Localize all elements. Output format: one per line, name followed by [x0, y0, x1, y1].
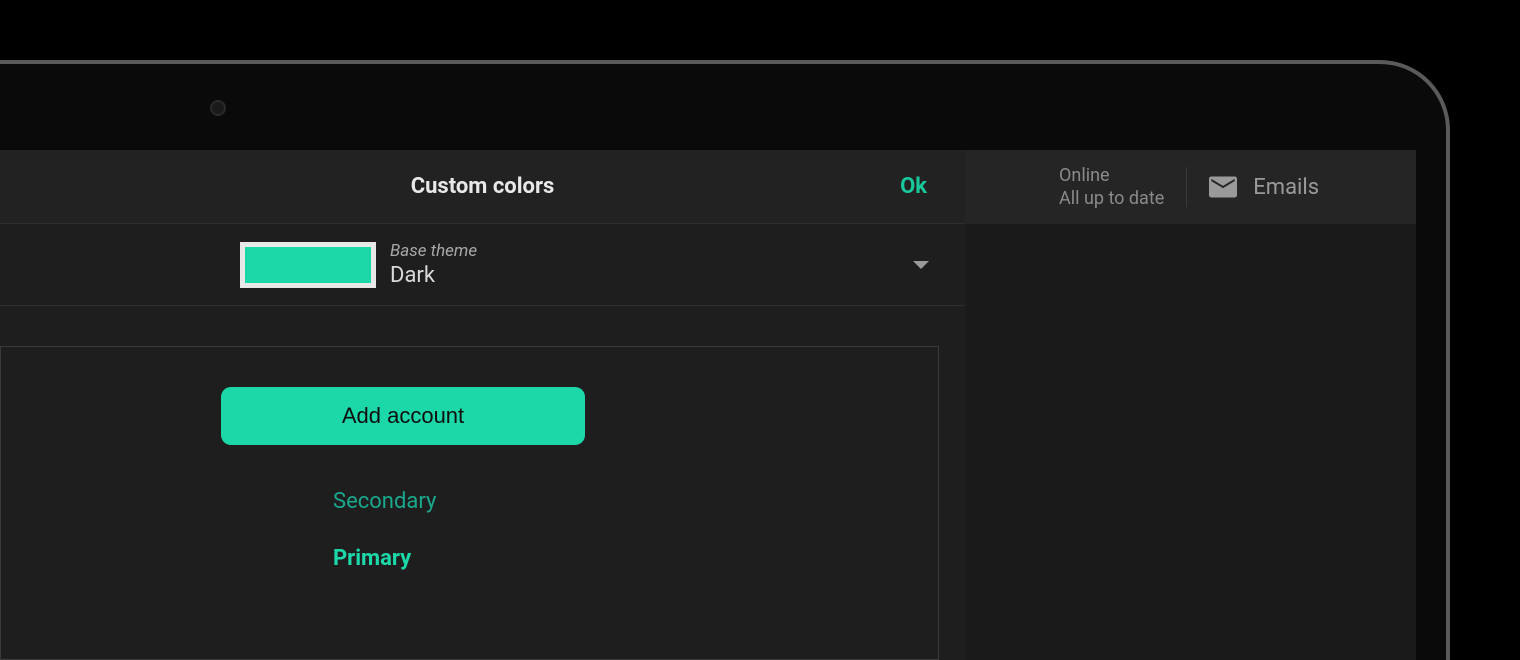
status-text: Online All up to date — [1059, 164, 1164, 211]
primary-link[interactable]: Primary — [333, 546, 411, 571]
base-theme-row[interactable]: Base theme Dark — [0, 224, 965, 306]
ok-button[interactable]: Ok — [890, 168, 937, 205]
background-panel: Online All up to date Emails — [965, 150, 1416, 660]
device-frame: Custom colors Ok Base theme Dark Add acc… — [0, 60, 1450, 660]
base-theme-value: Dark — [390, 263, 477, 288]
preview-panel: Add account Secondary Primary — [0, 346, 939, 660]
add-account-button[interactable]: Add account — [221, 387, 585, 445]
status-line-2: All up to date — [1059, 187, 1164, 210]
emails-label: Emails — [1253, 175, 1319, 200]
status-bar: Online All up to date Emails — [965, 150, 1416, 224]
dialog-title: Custom colors — [411, 174, 555, 199]
theme-text-group: Base theme Dark — [390, 241, 477, 288]
status-line-1: Online — [1059, 164, 1164, 187]
theme-color-swatch[interactable] — [240, 242, 376, 288]
base-theme-label: Base theme — [390, 241, 477, 261]
dialog-header: Custom colors Ok — [0, 150, 965, 224]
custom-colors-dialog: Custom colors Ok Base theme Dark Add acc… — [0, 150, 965, 660]
secondary-link[interactable]: Secondary — [333, 489, 436, 514]
camera-dot — [210, 100, 226, 116]
vertical-divider — [1186, 167, 1187, 207]
emails-button[interactable]: Emails — [1209, 175, 1319, 200]
mail-icon — [1209, 176, 1237, 198]
screen-area: Custom colors Ok Base theme Dark Add acc… — [0, 150, 1416, 660]
chevron-down-icon[interactable] — [913, 261, 929, 269]
